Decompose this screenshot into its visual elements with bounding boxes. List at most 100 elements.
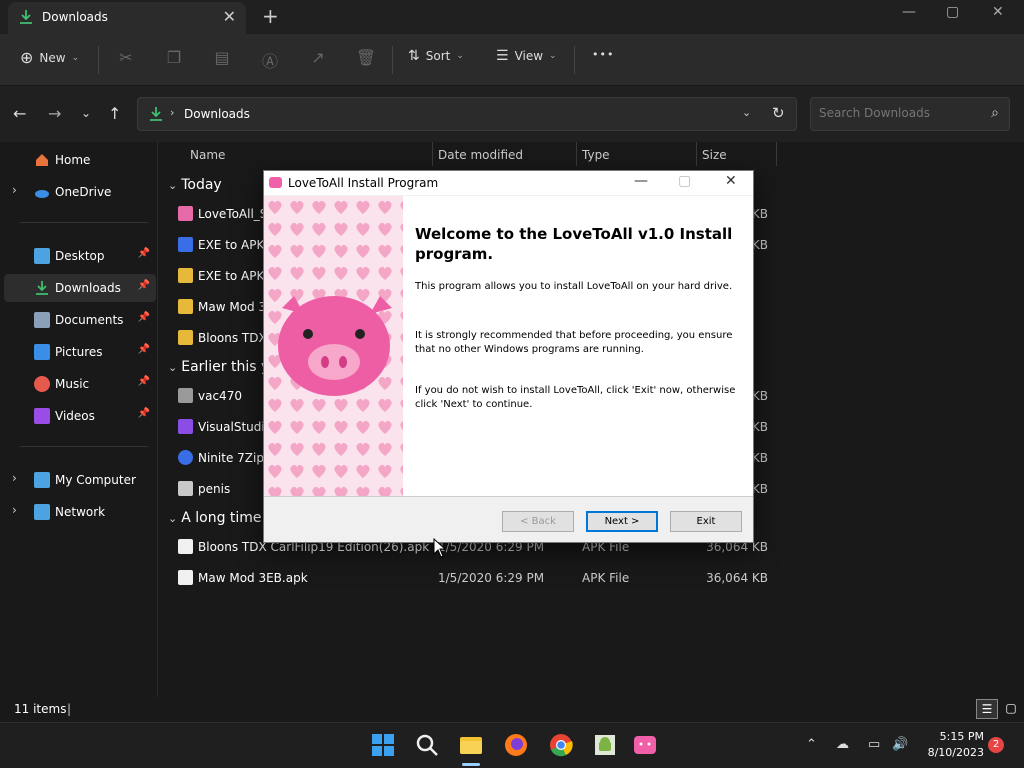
sidebar-item-onedrive[interactable]: › OneDrive [4, 178, 156, 206]
active-app-indicator [462, 763, 480, 766]
expand-chevron-icon[interactable]: › [12, 183, 17, 197]
column-divider[interactable] [776, 142, 777, 166]
taskbar: ⌃ ☁ ▭ 🔊 5:15 PM 8/10/2023 2 [0, 722, 1024, 768]
system-clock[interactable]: 5:15 PM 8/10/2023 [918, 729, 984, 761]
document-icon [34, 312, 50, 328]
lovetoall-app-icon[interactable] [632, 732, 658, 758]
search-icon: ⌕ [991, 105, 999, 121]
cut-icon[interactable]: ✂ [115, 48, 137, 70]
group-label: Today [181, 177, 222, 193]
sidebar-item-home[interactable]: Home [4, 146, 156, 174]
search-icon[interactable] [414, 732, 440, 758]
sidebar-item-downloads[interactable]: Downloads 📌 [4, 274, 156, 302]
folder-icon [178, 268, 193, 283]
onedrive-status-icon[interactable]: ☁ [836, 737, 849, 752]
firefox-icon[interactable] [503, 732, 529, 758]
sidebar-item-pictures[interactable]: Pictures 📌 [4, 338, 156, 366]
column-divider[interactable] [696, 142, 697, 166]
table-row[interactable]: Maw Mod 3EB.apk 1/5/2020 6:29 PM APK File 3… [160, 563, 1024, 593]
chrome-icon[interactable] [548, 732, 574, 758]
share-icon[interactable]: ↗ [307, 48, 329, 70]
view-button[interactable]: ☰ View ⌄ [496, 48, 557, 64]
group-header-today[interactable]: ⌄ Today [168, 177, 222, 193]
column-divider[interactable] [576, 142, 577, 166]
recent-locations-icon[interactable]: ⌄ [81, 106, 91, 120]
expand-chevron-icon[interactable]: › [12, 503, 17, 517]
sidebar-item-my-computer[interactable]: › My Computer [4, 466, 156, 494]
new-button[interactable]: ⊕ New ⌄ [20, 48, 79, 67]
sidebar-item-videos[interactable]: Videos 📌 [4, 402, 156, 430]
copy-icon[interactable]: ❐ [163, 48, 185, 70]
address-history-icon[interactable]: ⌄ [742, 106, 751, 119]
command-bar: ⊕ New ⌄ ✂ ❐ ▤ Ⓐ ↗ 🗑 ⇅ Sort ⌄ ☰ View ⌄ ••… [0, 34, 1024, 86]
search-box[interactable]: ⌕ [810, 97, 1010, 131]
refresh-icon[interactable]: ↻ [772, 104, 785, 122]
file-explorer-icon[interactable] [458, 732, 484, 758]
sidebar-item-desktop[interactable]: Desktop 📌 [4, 242, 156, 270]
document-file-icon [178, 539, 193, 554]
tiles-view-icon[interactable]: ▢ [1000, 699, 1022, 719]
sidebar-item-music[interactable]: Music 📌 [4, 370, 156, 398]
intro-text: This program allows you to install LoveT… [415, 281, 733, 292]
maximize-button[interactable]: ▢ [946, 4, 959, 20]
expand-chevron-icon[interactable]: › [12, 471, 17, 485]
delete-icon[interactable]: 🗑 [355, 48, 377, 70]
pin-icon[interactable]: 📌 [138, 408, 150, 419]
network-icon [34, 504, 50, 520]
breadcrumb-downloads[interactable]: Downloads [184, 107, 250, 121]
pin-icon[interactable]: 📌 [138, 344, 150, 355]
back-arrow-icon[interactable]: ← [13, 104, 26, 123]
column-header-name[interactable]: Name [190, 148, 225, 162]
show-hidden-icons-chevron[interactable]: ⌃ [806, 737, 817, 752]
visual-studio-icon [178, 419, 193, 434]
next-button[interactable]: Next > [586, 511, 658, 532]
tab-downloads[interactable]: Downloads ✕ [8, 2, 246, 34]
details-view-icon[interactable]: ☰ [976, 699, 998, 719]
search-input[interactable] [819, 106, 979, 120]
dialog-maximize-button: ▢ [678, 173, 692, 189]
forward-arrow-icon[interactable]: → [48, 104, 61, 123]
close-tab-icon[interactable]: ✕ [223, 7, 236, 26]
archive-icon [178, 388, 193, 403]
pin-icon[interactable]: 📌 [138, 376, 150, 387]
cloud-icon [34, 184, 50, 200]
dialog-close-button[interactable]: ✕ [725, 173, 737, 189]
application-icon [178, 237, 193, 252]
column-header-date[interactable]: Date modified [438, 148, 523, 162]
pin-icon[interactable]: 📌 [138, 312, 150, 323]
pin-icon[interactable]: 📌 [138, 248, 150, 259]
address-bar[interactable]: › Downloads ⌄ ↻ [137, 97, 797, 131]
new-tab-button[interactable]: + [262, 4, 279, 28]
paste-icon[interactable]: ▤ [211, 48, 233, 70]
android-icon[interactable] [592, 732, 618, 758]
sidebar-item-label: OneDrive [55, 185, 112, 199]
dialog-minimize-button[interactable]: — [634, 173, 648, 189]
chevron-down-icon: ⌄ [549, 51, 557, 61]
sort-button[interactable]: ⇅ Sort ⌄ [408, 48, 464, 64]
volume-icon[interactable]: 🔊 [892, 737, 908, 752]
sidebar-item-network[interactable]: › Network [4, 498, 156, 526]
dialog-content: Welcome to the LoveToAll v1.0 Install pr… [403, 196, 753, 496]
sidebar-item-label: Documents [55, 313, 124, 327]
pig-hearts-illustration [264, 196, 403, 496]
notification-badge[interactable]: 2 [988, 737, 1004, 753]
exit-button[interactable]: Exit [670, 511, 742, 532]
toolbar-divider [98, 46, 99, 74]
windows-start-icon[interactable] [370, 732, 396, 758]
chevron-down-icon: ⌄ [71, 52, 80, 63]
more-options-button[interactable]: ••• [592, 48, 614, 61]
sidebar-item-label: My Computer [55, 473, 136, 487]
close-window-button[interactable]: ✕ [992, 4, 1004, 20]
column-header-size[interactable]: Size [702, 148, 727, 162]
column-divider[interactable] [432, 142, 433, 166]
generic-file-icon [178, 481, 193, 496]
item-count: 11 items [14, 702, 67, 716]
toolbar-divider [574, 46, 575, 74]
minimize-button[interactable]: — [902, 4, 916, 20]
up-arrow-icon[interactable]: ↑ [108, 104, 121, 123]
network-icon[interactable]: ▭ [868, 737, 880, 752]
rename-icon[interactable]: Ⓐ [259, 48, 281, 71]
column-header-type[interactable]: Type [582, 148, 610, 162]
sidebar-item-documents[interactable]: Documents 📌 [4, 306, 156, 334]
pin-icon[interactable]: 📌 [138, 280, 150, 291]
